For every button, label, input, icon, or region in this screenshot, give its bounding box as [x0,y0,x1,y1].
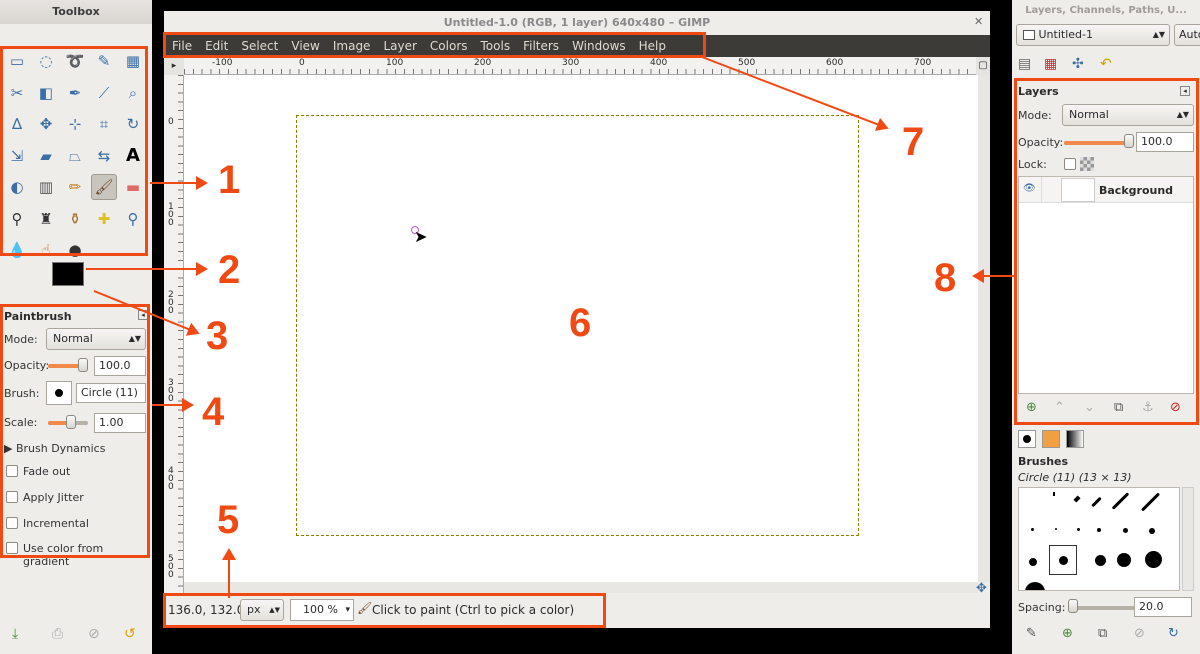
annotation-number: 5 [217,498,240,542]
ruler-v-label: 1 0 0 [168,202,174,228]
brush-thumb[interactable] [1029,558,1037,566]
annotation-number: 6 [569,301,592,345]
ruler-ticks [184,69,978,74]
ruler-v-label: 5 0 0 [168,554,174,580]
image-select-value: Untitled-1 [1038,28,1093,41]
highlight-tool-options [0,304,150,558]
ruler-h-label: 700 [914,58,932,68]
highlight-layers-panel [1014,78,1199,425]
ruler-v-label: 2 0 0 [168,290,174,316]
vertical-scrollbar[interactable] [978,75,990,582]
annotation-arrow [974,275,1014,277]
annotation-number: 8 [934,256,957,300]
brush-thumb[interactable] [1077,528,1080,531]
toolbox-title: Toolbox [0,0,152,24]
dock-tabs: ▤ ▦ ✣ ↶ [1016,54,1136,78]
brush-thumb[interactable] [1111,492,1130,510]
annotation-arrow [86,262,208,276]
spacing-knob[interactable] [1068,599,1078,613]
horizontal-ruler: -100 0 100 200 300 400 500 600 700 [184,57,978,75]
ruler-h-label: -100 [212,58,233,68]
vertical-ruler: 0 1 0 0 2 0 0 3 0 0 4 0 0 5 0 0 [164,75,184,593]
brush-thumb[interactable] [1145,551,1162,568]
brush-thumb[interactable] [1123,528,1128,533]
duplicate-brush-icon[interactable]: ⧉ [1098,626,1107,641]
brush-selected-name: Circle (11) (13 × 13) [1018,471,1132,484]
horizontal-scrollbar[interactable] [184,582,978,593]
ruler-v-label: 3 0 0 [168,378,174,404]
ruler-v-label: 4 0 0 [168,466,174,492]
tab-patterns-icon[interactable] [1042,430,1060,448]
spacing-label: Spacing: [1018,601,1066,614]
brush-thumb[interactable] [1149,528,1155,534]
brush-thumb[interactable] [1117,553,1131,567]
foreground-color-swatch[interactable] [52,262,84,286]
ruler-h-label: 100 [386,58,404,68]
ruler-v-label: 0 [168,117,174,127]
dock-title: Layers, Channels, Paths, U... [1025,5,1187,16]
annotation-arrow [150,176,208,190]
close-icon[interactable]: ✕ [974,16,984,27]
brush-thumb[interactable] [1140,492,1161,512]
auto-button[interactable]: Auto [1174,24,1200,46]
brushes-tabs [1016,429,1096,449]
image-thumb-icon [1023,30,1035,40]
annotation-number: 7 [902,120,925,164]
ruler-h-label: 600 [826,58,844,68]
ruler-h-label: 500 [738,58,756,68]
highlight-statusbar [163,593,606,628]
zoom-lock-icon[interactable]: ▢ [976,57,990,75]
ruler-ticks [178,75,183,593]
brush-thumb-selected[interactable] [1049,545,1077,575]
tab-paths-icon[interactable]: ✣ [1072,56,1094,76]
ruler-h-label: 0 [299,58,305,68]
annotation-number: 4 [202,390,225,434]
refresh-brushes-icon[interactable]: ↻ [1168,626,1179,641]
brush-thumb[interactable] [1055,528,1057,530]
brush-thumb[interactable] [1053,492,1055,496]
save-options-icon[interactable]: ⤓ [12,626,18,642]
brush-thumb[interactable] [1091,496,1102,508]
highlight-toolbox-tools [0,46,148,256]
annotation-number: 3 [206,314,229,358]
image-select[interactable]: Untitled-1 ▲▼ [1016,24,1170,46]
brush-thumb[interactable] [1073,495,1081,503]
annotation-arrow [152,398,194,412]
ruler-h-label: 400 [650,58,668,68]
brush-thumb[interactable] [1025,582,1045,590]
brush-thumb[interactable] [1095,555,1106,566]
edit-brush-icon[interactable]: ✎ [1026,626,1037,641]
spacing-spin[interactable]: 20.0 [1134,597,1192,617]
annotation-number: 1 [218,158,241,202]
tab-undo-icon[interactable]: ↶ [1100,56,1122,76]
new-brush-icon[interactable]: ⊕ [1062,626,1073,641]
tab-channels-icon[interactable]: ▦ [1044,56,1066,76]
quick-mask-corner-icon[interactable]: ▸ [164,57,184,75]
annotation-arrow [228,550,230,598]
reset-options-icon[interactable]: ↺ [124,626,136,642]
brush-grid[interactable] [1018,487,1180,591]
restore-options-icon[interactable]: ⎙ [52,626,63,642]
delete-brush-icon[interactable]: ⊘ [1134,626,1145,641]
brushes-title: Brushes [1018,455,1069,468]
spacing-slider[interactable] [1068,606,1140,610]
mouse-pointer-icon: ➤ [414,227,428,246]
tab-gradients-icon[interactable] [1066,430,1084,448]
tab-layers-icon[interactable]: ▤ [1018,56,1040,76]
highlight-menubar [163,32,706,58]
ruler-h-label: 200 [474,58,492,68]
ruler-h-label: 300 [562,58,580,68]
annotation-number: 2 [218,248,241,292]
delete-options-icon[interactable]: ⊘ [88,626,100,642]
brush-thumb[interactable] [1031,528,1034,531]
brush-thumb[interactable] [1097,528,1101,532]
brush-grid-scrollbar[interactable] [1182,487,1194,591]
tab-brushes-icon[interactable] [1018,430,1036,448]
